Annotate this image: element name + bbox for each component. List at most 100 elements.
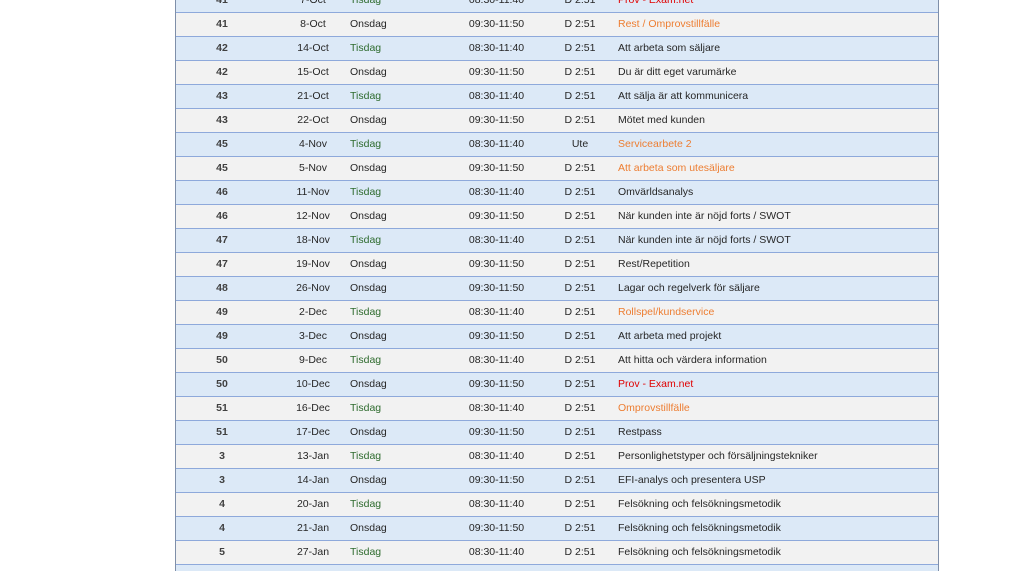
room-cell: D 2:51 — [564, 306, 596, 318]
table-row: 47 19-Nov Onsdag 09:30-11:50 D 2:51 Rest/Repe… — [176, 253, 938, 277]
schedule-table: 41 7-Oct Tisdag 08:30-11:40 D 2:51 Prov - Exa… — [175, 0, 939, 571]
table-row: 3 14-Jan Onsdag 09:30-11:50 D 2:51 EFI-analys… — [176, 469, 938, 493]
day-cell: Onsdag — [350, 522, 387, 534]
room-cell: D 2:51 — [564, 258, 596, 270]
week-cell: 5 — [219, 546, 225, 558]
week-cell: 45 — [216, 138, 228, 150]
date-cell: 13-Jan — [296, 450, 330, 462]
day-cell: Tisdag — [350, 402, 382, 414]
day-cell: Tisdag — [350, 354, 382, 366]
time-cell: 08:30-11:40 — [468, 234, 525, 246]
date-cell: 16-Dec — [296, 402, 330, 414]
room-cell: D 2:51 — [564, 450, 596, 462]
room-cell: D 2:51 — [564, 546, 596, 558]
date-cell: 22-Oct — [297, 114, 329, 126]
time-cell: 09:30-11:50 — [468, 258, 525, 270]
date-cell: 8-Oct — [300, 18, 326, 30]
week-cell: 51 — [216, 402, 228, 414]
week-cell: 49 — [216, 306, 228, 318]
time-cell: 08:30-11:40 — [468, 90, 525, 102]
room-cell: D 2:51 — [564, 162, 596, 174]
week-cell: 51 — [216, 426, 228, 438]
date-cell: 26-Nov — [296, 282, 330, 294]
room-cell: D 2:51 — [564, 234, 596, 246]
week-cell: 3 — [219, 474, 225, 486]
date-cell: 3-Dec — [298, 330, 327, 342]
topic-cell: Felsökning och felsökningsmetodik — [618, 522, 781, 534]
time-cell: 08:30-11:40 — [468, 138, 525, 150]
time-cell: 08:30-11:40 — [468, 402, 525, 414]
time-cell: 09:30-11:50 — [468, 378, 525, 390]
week-cell: 41 — [216, 0, 228, 6]
week-cell: 4 — [219, 498, 225, 510]
date-cell: 9-Dec — [298, 354, 327, 366]
day-cell: Onsdag — [350, 474, 387, 486]
date-cell: 21-Oct — [297, 90, 329, 102]
table-row: 46 11-Nov Tisdag 08:30-11:40 D 2:51 Omvärldsa… — [176, 181, 938, 205]
day-cell: Onsdag — [350, 426, 387, 438]
room-cell: D 2:51 — [564, 426, 596, 438]
topic-cell: När kunden inte är nöjd forts / SWOT — [618, 234, 791, 246]
table-row: 51 16-Dec Tisdag 08:30-11:40 D 2:51 Omprovsti… — [176, 397, 938, 421]
week-cell: 47 — [216, 234, 228, 246]
room-cell: D 2:51 — [564, 66, 596, 78]
time-cell: 09:30-11:50 — [468, 522, 525, 534]
date-cell: 4-Nov — [298, 138, 327, 150]
table-row: 50 10-Dec Onsdag 09:30-11:50 D 2:51 Prov - Ex… — [176, 373, 938, 397]
week-cell: 47 — [216, 258, 228, 270]
day-cell: Tisdag — [350, 42, 382, 54]
day-cell: Onsdag — [350, 258, 387, 270]
topic-cell: Prov - Exam.net — [618, 378, 694, 390]
week-cell: 46 — [216, 186, 228, 198]
table-row: 41 8-Oct Onsdag 09:30-11:50 D 2:51 Rest / Omp… — [176, 13, 938, 37]
topic-cell: EFI-analys och presentera USP — [618, 474, 766, 486]
week-cell: 45 — [216, 162, 228, 174]
date-cell: 2-Dec — [298, 306, 327, 318]
room-cell: D 2:51 — [564, 498, 596, 510]
table-row: 45 4-Nov Tisdag 08:30-11:40 Ute Servicearbete… — [176, 133, 938, 157]
topic-cell: Rollspel/kundservice — [618, 306, 715, 318]
room-cell: D 2:51 — [564, 330, 596, 342]
time-cell: 08:30-11:40 — [468, 0, 525, 6]
time-cell: 09:30-11:50 — [468, 114, 525, 126]
topic-cell: Du är ditt eget varumärke — [618, 66, 737, 78]
table-row: 5 27-Jan Tisdag 08:30-11:40 D 2:51 Felsökning… — [176, 541, 938, 565]
week-cell: 46 — [216, 210, 228, 222]
topic-cell: Restpass — [618, 426, 662, 438]
table-row: 3 13-Jan Tisdag 08:30-11:40 D 2:51 Personligh… — [176, 445, 938, 469]
date-cell: 14-Jan — [296, 474, 330, 486]
topic-cell: Att arbeta som säljare — [618, 42, 721, 54]
week-cell: 43 — [216, 114, 228, 126]
topic-cell: Servicearbete 2 — [618, 138, 692, 150]
topic-cell: När kunden inte är nöjd forts / SWOT — [618, 210, 791, 222]
room-cell: D 2:51 — [564, 210, 596, 222]
time-cell: 08:30-11:40 — [468, 498, 525, 510]
table-row: 50 9-Dec Tisdag 08:30-11:40 D 2:51 Att hitta … — [176, 349, 938, 373]
day-cell: Onsdag — [350, 378, 387, 390]
time-cell: 08:30-11:40 — [468, 306, 525, 318]
time-cell: 08:30-11:40 — [468, 546, 525, 558]
date-cell: 7-Oct — [300, 0, 326, 6]
day-cell: Tisdag — [350, 186, 382, 198]
topic-cell: Att arbeta som utesäljare — [618, 162, 735, 174]
topic-cell: Prov - Exam.net — [618, 0, 694, 6]
room-cell: D 2:51 — [564, 42, 596, 54]
day-cell: Tisdag — [350, 0, 382, 6]
topic-cell: Rest/Repetition — [618, 258, 690, 270]
date-cell: 17-Dec — [296, 426, 330, 438]
time-cell: 09:30-11:50 — [468, 474, 525, 486]
day-cell: Tisdag — [350, 234, 382, 246]
date-cell: 10-Dec — [296, 378, 330, 390]
table-row: 49 3-Dec Onsdag 09:30-11:50 D 2:51 Att arbeta… — [176, 325, 938, 349]
topic-cell: Felsökning och felsökningsmetodik — [618, 498, 781, 510]
day-cell: Onsdag — [350, 66, 387, 78]
topic-cell: Felsökning och felsökningsmetodik — [618, 546, 781, 558]
table-row: 4 20-Jan Tisdag 08:30-11:40 D 2:51 Felsökning… — [176, 493, 938, 517]
table-row: 49 2-Dec Tisdag 08:30-11:40 D 2:51 Rollspel/k… — [176, 301, 938, 325]
week-cell: 41 — [216, 18, 228, 30]
day-cell: Tisdag — [350, 498, 382, 510]
time-cell: 09:30-11:50 — [468, 426, 525, 438]
week-cell: 49 — [216, 330, 228, 342]
room-cell: D 2:51 — [564, 402, 596, 414]
topic-cell: Rest / Omprovstillfälle — [618, 18, 721, 30]
